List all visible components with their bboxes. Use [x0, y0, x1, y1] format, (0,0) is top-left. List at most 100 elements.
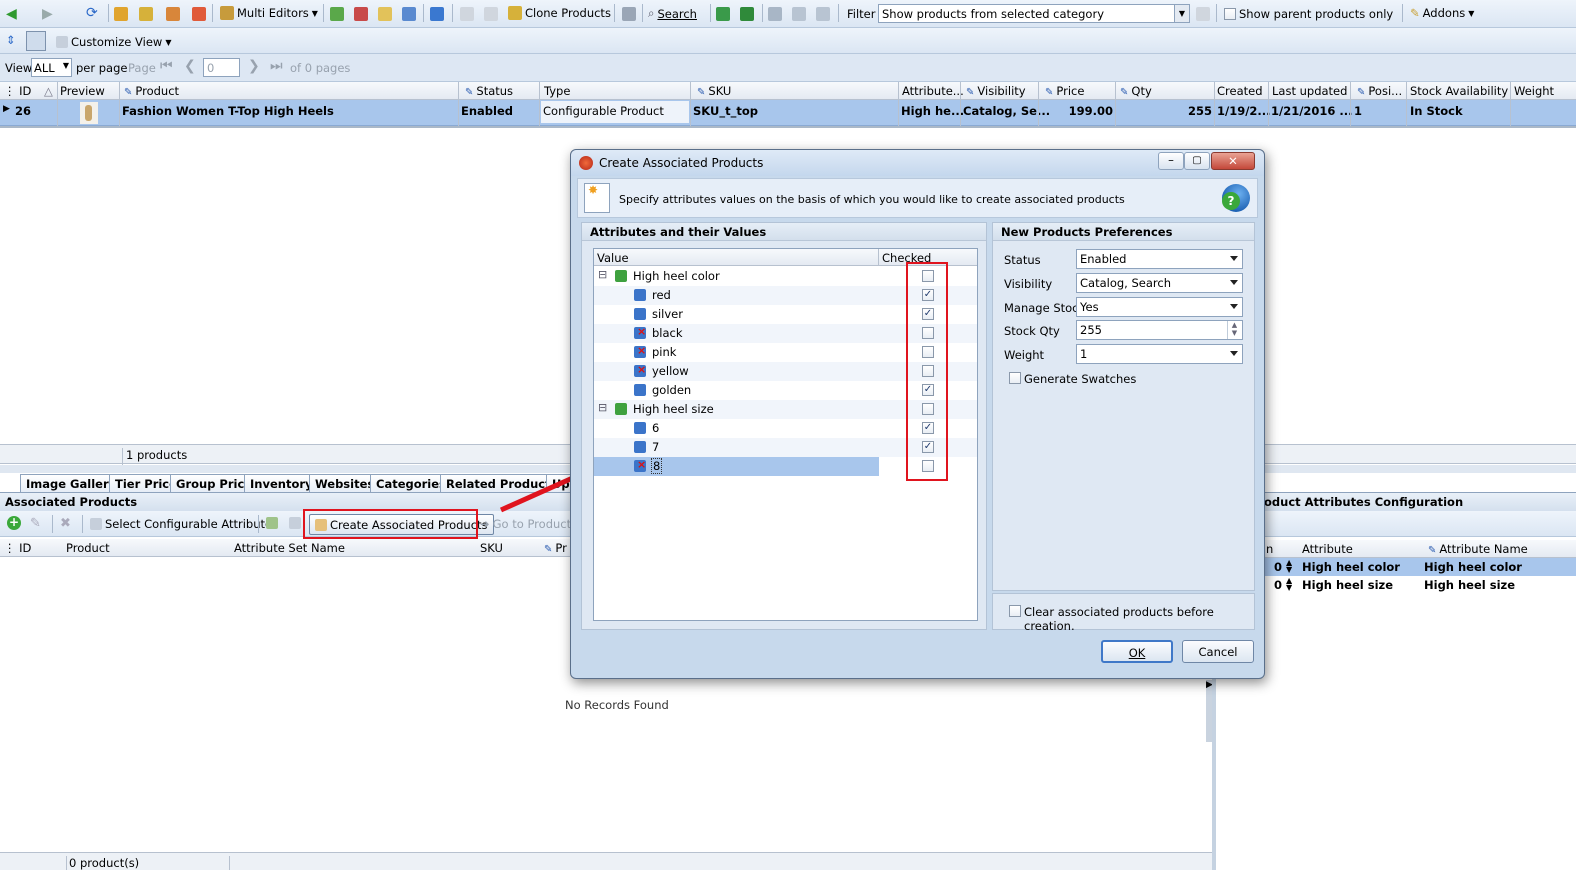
- edit-icon[interactable]: [622, 7, 636, 21]
- assoc-col-id[interactable]: ⋮ ID: [4, 541, 31, 555]
- doc-icon[interactable]: [460, 7, 474, 21]
- col-id[interactable]: ⋮ ID: [4, 84, 31, 98]
- stock-qty-input[interactable]: 255 ▲ ▼: [1076, 320, 1243, 340]
- assoc-col-sku[interactable]: SKU: [480, 541, 503, 555]
- col-type[interactable]: Type: [544, 84, 570, 98]
- cancel-button[interactable]: Cancel: [1182, 640, 1254, 663]
- chevron-down-icon: [1230, 280, 1238, 285]
- forward-icon[interactable]: ▶: [42, 6, 53, 22]
- assoc-col-price[interactable]: ✎ Pr: [544, 541, 567, 555]
- refresh-icon[interactable]: ⟳: [86, 5, 98, 21]
- config-col-attribute[interactable]: Attribute: [1302, 542, 1353, 556]
- edit-link-icon[interactable]: ✎: [30, 516, 41, 531]
- copy-icon[interactable]: [166, 7, 180, 21]
- col-qty[interactable]: ✎ Qty: [1120, 84, 1152, 98]
- shield-icon[interactable]: [430, 7, 444, 21]
- prev-page-icon[interactable]: ❮: [184, 58, 196, 74]
- go-to-product-button[interactable]: ➜ Go to Product: [480, 517, 571, 531]
- select-attributes-button[interactable]: Select Configurable Attributes: [90, 517, 278, 531]
- stepper-icon[interactable]: ▲ ▼: [1227, 321, 1241, 339]
- add-icon[interactable]: +: [7, 516, 21, 530]
- config-attr-name: High heel color: [1424, 560, 1522, 574]
- generate-swatches-checkbox[interactable]: [1009, 372, 1021, 384]
- filter-select[interactable]: Show products from selected category ▼: [878, 4, 1190, 23]
- highlight-checked-column: [906, 262, 948, 481]
- col-product[interactable]: ✎ Product: [124, 84, 179, 98]
- add-product-icon[interactable]: [114, 7, 128, 21]
- addons-button[interactable]: ✎ Addons ▼: [1410, 6, 1474, 20]
- last-page-icon[interactable]: ⏭: [270, 58, 283, 74]
- remove-icon[interactable]: ✖: [60, 516, 71, 531]
- table-row[interactable]: ▶ 26 Fashion Women T-Top High Heels Enab…: [0, 100, 1576, 126]
- clone-products-button[interactable]: Clone Products: [508, 6, 611, 20]
- col-sku[interactable]: ✎ SKU: [697, 84, 731, 98]
- export-icon[interactable]: [716, 7, 730, 21]
- col-preview[interactable]: Preview: [60, 84, 105, 98]
- search-button[interactable]: ⌕ Search: [648, 6, 697, 21]
- assoc-col-attribute-set[interactable]: Attribute Set Name: [234, 541, 345, 555]
- col-position[interactable]: ✎ Posi...: [1357, 84, 1402, 98]
- per-page-select[interactable]: ALL ▼: [31, 58, 72, 77]
- back-icon[interactable]: ◀: [6, 6, 17, 22]
- cell-qty: 255: [1187, 104, 1212, 118]
- maximize-button[interactable]: ▢: [1184, 152, 1210, 170]
- spinner-icon[interactable]: ▲ ▼: [1286, 577, 1292, 591]
- close-button[interactable]: ✕: [1211, 152, 1255, 170]
- customize-view-button[interactable]: Customize View ▼: [56, 35, 171, 49]
- col-stock[interactable]: Stock Availability: [1410, 84, 1508, 98]
- edit-product-icon[interactable]: [139, 7, 153, 21]
- dialog-titlebar[interactable]: Create Associated Products – ▢ ✕: [571, 150, 1264, 176]
- col-attribute[interactable]: Attribute...: [902, 84, 964, 98]
- show-parent-checkbox[interactable]: [1224, 8, 1236, 20]
- ok-button[interactable]: OK: [1101, 640, 1173, 663]
- weight-select[interactable]: 1: [1076, 344, 1243, 364]
- multi-editors-button[interactable]: Multi Editors ▼: [220, 6, 318, 20]
- spinner-icon[interactable]: ▲ ▼: [1286, 559, 1292, 573]
- main-toolbar: ◀ ▶ ⟳ Multi Editors ▼ Clone Products ⌕ Se…: [0, 0, 1576, 28]
- new-doc-icon[interactable]: [266, 517, 278, 529]
- tree-value-row[interactable]: 8: [594, 457, 934, 476]
- next-page-icon[interactable]: ❯: [248, 58, 260, 74]
- doc2-icon[interactable]: [484, 7, 498, 21]
- move-up-icon[interactable]: [792, 7, 806, 21]
- config-col-position[interactable]: n: [1266, 542, 1273, 556]
- layout-icon[interactable]: [26, 31, 46, 51]
- visibility-select[interactable]: Catalog, Search: [1076, 273, 1243, 293]
- image-icon[interactable]: [402, 7, 416, 21]
- minimize-button[interactable]: –: [1158, 152, 1184, 170]
- doc-list-icon[interactable]: [289, 517, 301, 529]
- col-status[interactable]: ✎ Status: [465, 84, 513, 98]
- collapse-icon[interactable]: ⊟: [598, 401, 607, 414]
- tab-image-gallery[interactable]: Image Gallery: [20, 474, 123, 492]
- clear-associated-checkbox[interactable]: [1009, 605, 1021, 617]
- assoc-col-product[interactable]: Product: [66, 541, 110, 555]
- grid-icon[interactable]: [768, 7, 782, 21]
- dialog-title: Create Associated Products: [599, 156, 764, 170]
- col-price[interactable]: ✎ Price: [1045, 84, 1084, 98]
- help-icon[interactable]: ?: [1222, 184, 1250, 212]
- col-weight[interactable]: Weight: [1514, 84, 1554, 98]
- cell-visibility: Catalog, Se...: [963, 104, 1051, 118]
- config-row[interactable]: 0 ▲ ▼ High heel color High heel color: [1216, 558, 1576, 576]
- categories-icon[interactable]: [354, 7, 368, 21]
- tab-inventory[interactable]: Inventory: [244, 474, 319, 492]
- col-created[interactable]: Created: [1217, 84, 1263, 98]
- manage-stock-select[interactable]: Yes: [1076, 297, 1243, 317]
- clear-filter-icon[interactable]: [1196, 7, 1210, 21]
- excel-icon[interactable]: [740, 7, 754, 21]
- col-visibility[interactable]: ✎ Visibility: [966, 84, 1026, 98]
- folder-icon[interactable]: [378, 7, 392, 21]
- expand-icon[interactable]: ⇕: [6, 33, 16, 47]
- cell-product: Fashion Women T-Top High Heels: [122, 104, 334, 118]
- tree-col-value[interactable]: Value: [597, 251, 629, 265]
- delete-icon[interactable]: [192, 7, 206, 21]
- config-row[interactable]: 0 ▲ ▼ High heel size High heel size: [1216, 576, 1576, 594]
- collapse-icon[interactable]: ⊟: [598, 268, 607, 281]
- page-input[interactable]: 0: [203, 58, 240, 77]
- status-select[interactable]: Enabled: [1076, 249, 1243, 269]
- col-updated[interactable]: Last updated: [1272, 84, 1347, 98]
- sync-icon[interactable]: [330, 7, 344, 21]
- move-down-icon[interactable]: [816, 7, 830, 21]
- config-col-attribute-name[interactable]: ✎ Attribute Name: [1428, 542, 1528, 556]
- first-page-icon[interactable]: ⏮: [160, 58, 173, 74]
